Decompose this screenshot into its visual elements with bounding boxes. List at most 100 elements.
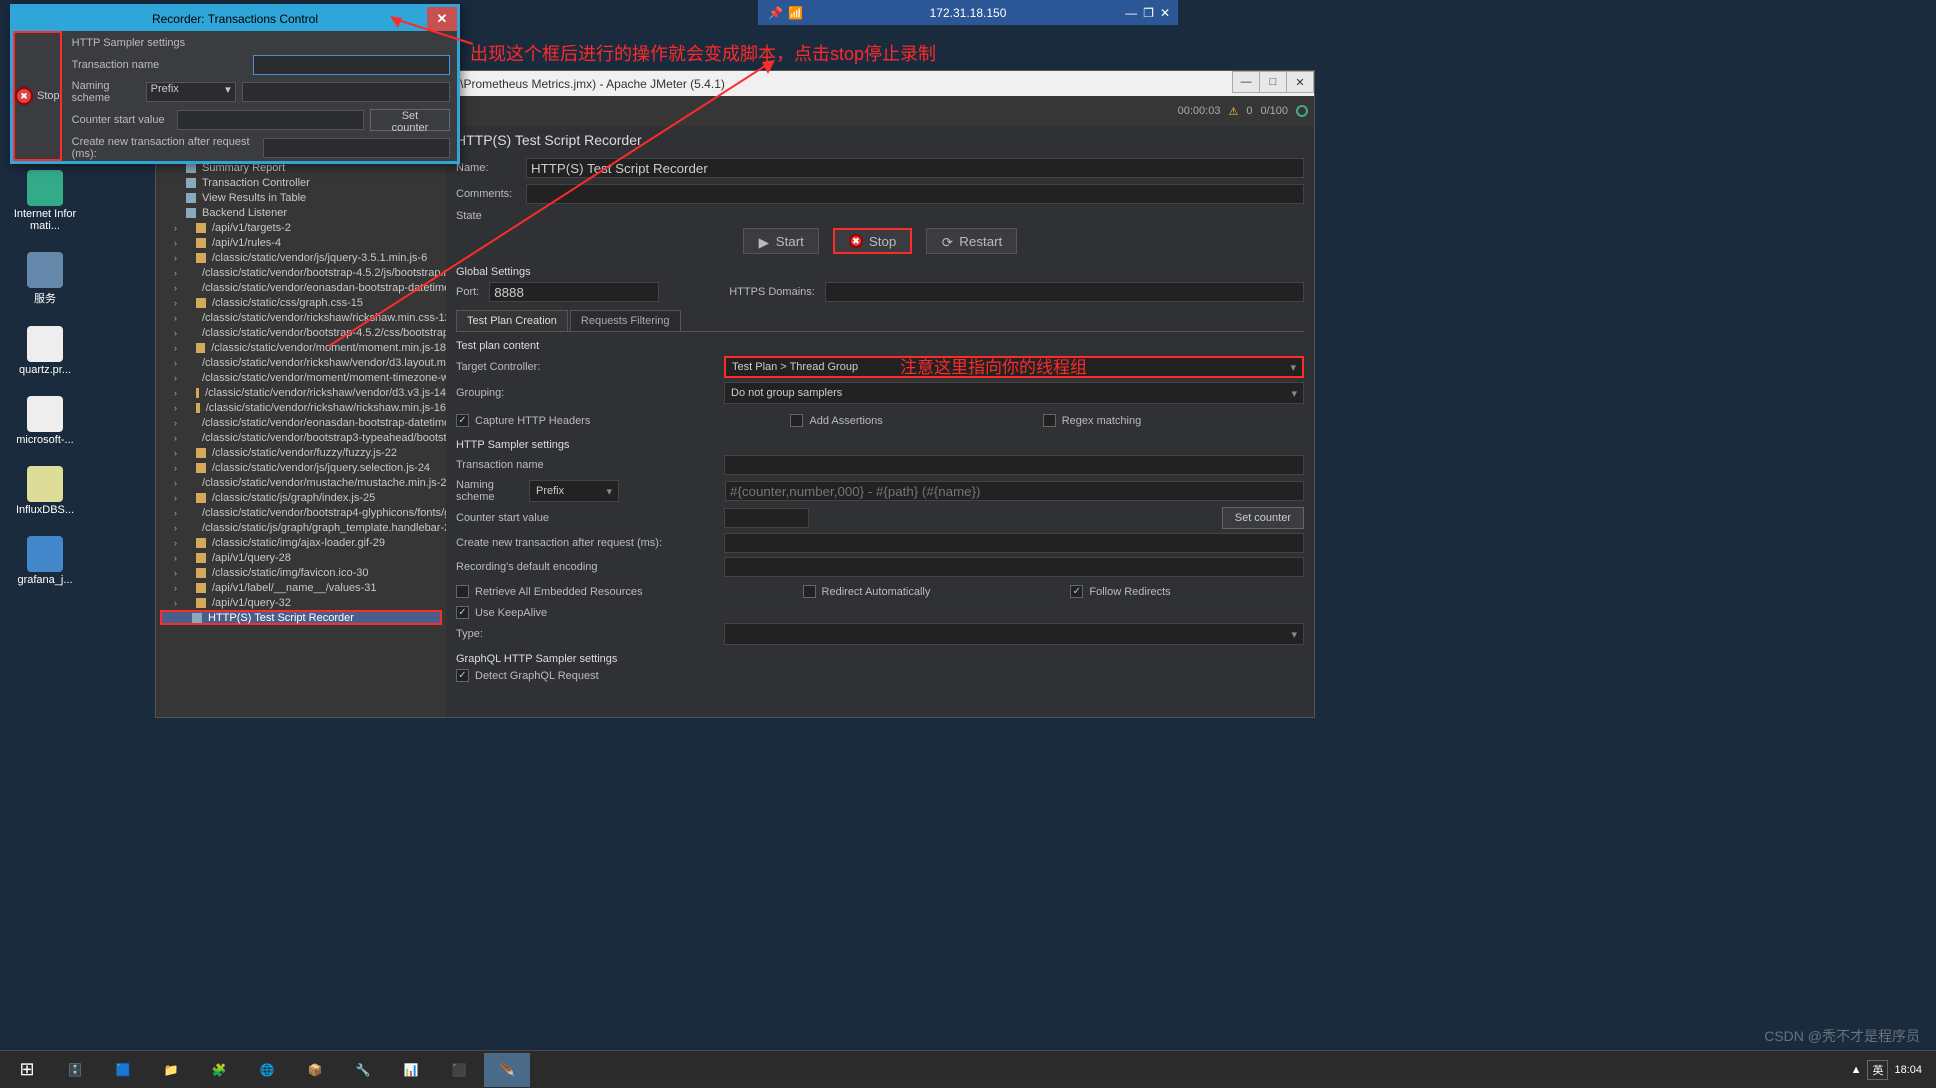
desktop-icon-grafana[interactable]: grafana_j... xyxy=(10,536,80,586)
tree-item[interactable]: ›/classic/static/vendor/js/jquery.select… xyxy=(156,460,446,475)
recorder-title-text: Recorder: Transactions Control xyxy=(152,12,318,26)
recorder-stop-panel: Stop xyxy=(13,31,62,161)
transaction-name-label: Transaction name xyxy=(72,59,247,71)
taskbar-time[interactable]: 18:04 xyxy=(1894,1064,1922,1076)
create-new-input-2[interactable] xyxy=(724,533,1304,553)
capture-headers-checkbox[interactable] xyxy=(456,414,469,427)
tree-item[interactable]: ›/classic/static/vendor/fuzzy/fuzzy.js-2… xyxy=(156,445,446,460)
desktop-icon-services[interactable]: 服务 xyxy=(10,252,80,306)
restart-icon: ⟳ xyxy=(941,235,953,247)
tree-item[interactable]: ›/classic/static/img/favicon.ico-30 xyxy=(156,565,446,580)
create-new-transaction-label: Create new transaction after request (ms… xyxy=(72,136,257,160)
set-counter-button-2[interactable]: Set counter xyxy=(1222,507,1304,529)
grouping-select[interactable]: Do not group samplers xyxy=(724,382,1304,404)
tree-item[interactable]: ›/classic/static/js/graph/index.js-25 xyxy=(156,490,446,505)
detect-graphql-checkbox[interactable] xyxy=(456,669,469,682)
counter-start-label: Counter start value xyxy=(72,114,172,126)
close-icon[interactable]: ✕ xyxy=(1160,6,1170,20)
taskbar-tray-icon[interactable]: ▲ xyxy=(1851,1064,1862,1076)
annotation-arrow-1 xyxy=(388,14,478,50)
retrieve-embedded-checkbox[interactable] xyxy=(456,585,469,598)
server-connection-bar: 📌 📶 172.31.18.150 — ❐ ✕ xyxy=(758,0,1178,25)
follow-redirects-checkbox[interactable] xyxy=(1070,585,1083,598)
desktop-icon-microsoft[interactable]: microsoft-... xyxy=(10,396,80,446)
jmeter-minimize-button[interactable]: — xyxy=(1232,71,1260,93)
tree-item[interactable]: ›/api/v1/query-28 xyxy=(156,550,446,565)
server-bar-left-icons: 📌 📶 xyxy=(768,6,802,20)
recording-encoding-label: Recording's default encoding xyxy=(456,561,716,573)
counter-start-input-2[interactable] xyxy=(724,508,809,528)
tree-item[interactable]: ›/classic/static/vendor/bootstrap4-glyph… xyxy=(156,505,446,520)
transaction-name-input-2[interactable] xyxy=(724,455,1304,475)
tree-item[interactable]: ›/classic/static/vendor/rickshaw/vendor/… xyxy=(156,355,446,370)
taskbar-app-4[interactable]: 📊 xyxy=(388,1053,434,1087)
annotation-target: 注意这里指向你的线程组 xyxy=(900,353,1087,378)
taskbar-app-2[interactable]: 📦 xyxy=(292,1053,338,1087)
jmeter-maximize-button[interactable]: □ xyxy=(1259,71,1287,93)
restart-button[interactable]: ⟳Restart xyxy=(926,228,1017,254)
tree-item[interactable]: ›/classic/static/js/graph/graph_template… xyxy=(156,520,446,535)
taskbar-explorer[interactable]: 📁 xyxy=(148,1053,194,1087)
desktop-icons: Internet Informati... 服务 quartz.pr... mi… xyxy=(10,170,80,586)
naming-scheme-label-2: Naming scheme xyxy=(456,479,521,503)
taskbar-ime[interactable]: 英 xyxy=(1867,1060,1888,1080)
stop-icon[interactable] xyxy=(15,87,33,105)
target-controller-label: Target Controller: xyxy=(456,361,716,373)
tree-item[interactable]: ›/classic/static/vendor/bootstrap3-typea… xyxy=(156,430,446,445)
add-assertions-checkbox[interactable] xyxy=(790,414,803,427)
naming-scheme-label: Naming scheme xyxy=(72,80,140,104)
tree-item[interactable]: ›/api/v1/query-32 xyxy=(156,595,446,610)
signal-icon: 📶 xyxy=(788,6,802,20)
graphql-settings-label: GraphQL HTTP Sampler settings xyxy=(456,653,1304,665)
jmeter-close-button[interactable]: ✕ xyxy=(1286,71,1314,93)
restore-icon[interactable]: ❐ xyxy=(1143,6,1154,20)
taskbar-app-3[interactable]: 🔧 xyxy=(340,1053,386,1087)
grouping-label: Grouping: xyxy=(456,387,716,399)
taskbar-app-1[interactable]: 🧩 xyxy=(196,1053,242,1087)
taskbar-powershell[interactable]: 🟦 xyxy=(100,1053,146,1087)
use-keepalive-checkbox[interactable] xyxy=(456,606,469,619)
server-ip: 172.31.18.150 xyxy=(930,6,1007,20)
tree-item[interactable]: ›/classic/static/vendor/rickshaw/vendor/… xyxy=(156,385,446,400)
recording-encoding-input[interactable] xyxy=(724,557,1304,577)
tree-item[interactable]: ›/classic/static/img/ajax-loader.gif-29 xyxy=(156,535,446,550)
tree-item[interactable]: ›/classic/static/vendor/rickshaw/ricksha… xyxy=(156,400,446,415)
taskbar-server-manager[interactable]: 🗄️ xyxy=(52,1053,98,1087)
counter-start-label-2: Counter start value xyxy=(456,512,716,524)
https-domains-input[interactable] xyxy=(825,282,1304,302)
naming-scheme-preview-2 xyxy=(725,481,1304,501)
desktop-icon-quartz[interactable]: quartz.pr... xyxy=(10,326,80,376)
naming-scheme-select[interactable]: Prefix xyxy=(146,82,236,102)
desktop-icon-influxdb[interactable]: InfluxDBS... xyxy=(10,466,80,516)
start-button[interactable]: ⊞ xyxy=(4,1053,50,1087)
type-select[interactable] xyxy=(724,623,1304,645)
status-indicator-icon xyxy=(1296,105,1308,117)
elapsed-time: 00:00:03 xyxy=(1178,105,1221,117)
naming-scheme-select-2[interactable]: Prefix xyxy=(529,480,619,502)
minimize-icon[interactable]: — xyxy=(1125,6,1137,20)
recorder-stop-label[interactable]: Stop xyxy=(37,90,60,102)
http-sampler-settings-label: HTTP Sampler settings xyxy=(456,439,1304,451)
desktop-icon-ie[interactable]: Internet Informati... xyxy=(10,170,80,232)
thread-count: 0/100 xyxy=(1260,105,1288,117)
warning-count: 0 xyxy=(1246,105,1252,117)
taskbar-jmeter[interactable]: 🪶 xyxy=(484,1053,530,1087)
annotation-arrow-2 xyxy=(320,54,780,354)
warning-icon[interactable]: ⚠ xyxy=(1228,105,1238,118)
redirect-auto-checkbox[interactable] xyxy=(803,585,816,598)
tree-item[interactable]: ›/classic/static/vendor/moment/moment-ti… xyxy=(156,370,446,385)
taskbar-cmd[interactable]: ⬛ xyxy=(436,1053,482,1087)
transaction-name-label-2: Transaction name xyxy=(456,459,716,471)
tree-item[interactable]: HTTP(S) Test Script Recorder xyxy=(160,610,442,625)
taskbar-chrome[interactable]: 🌐 xyxy=(244,1053,290,1087)
create-new-label-2: Create new transaction after request (ms… xyxy=(456,537,716,549)
regex-matching-checkbox[interactable] xyxy=(1043,414,1056,427)
stop-button[interactable]: Stop xyxy=(833,228,912,254)
tree-item[interactable]: ›/classic/static/vendor/mustache/mustach… xyxy=(156,475,446,490)
tree-item[interactable]: ›/classic/static/vendor/eonasdan-bootstr… xyxy=(156,415,446,430)
server-bar-right-icons: — ❐ ✕ xyxy=(1125,6,1170,20)
type-label: Type: xyxy=(456,628,716,640)
pin-icon[interactable]: 📌 xyxy=(768,6,782,20)
tree-item[interactable]: ›/api/v1/label/__name__/values-31 xyxy=(156,580,446,595)
watermark: CSDN @秃不才是程序员 xyxy=(1764,1026,1920,1046)
